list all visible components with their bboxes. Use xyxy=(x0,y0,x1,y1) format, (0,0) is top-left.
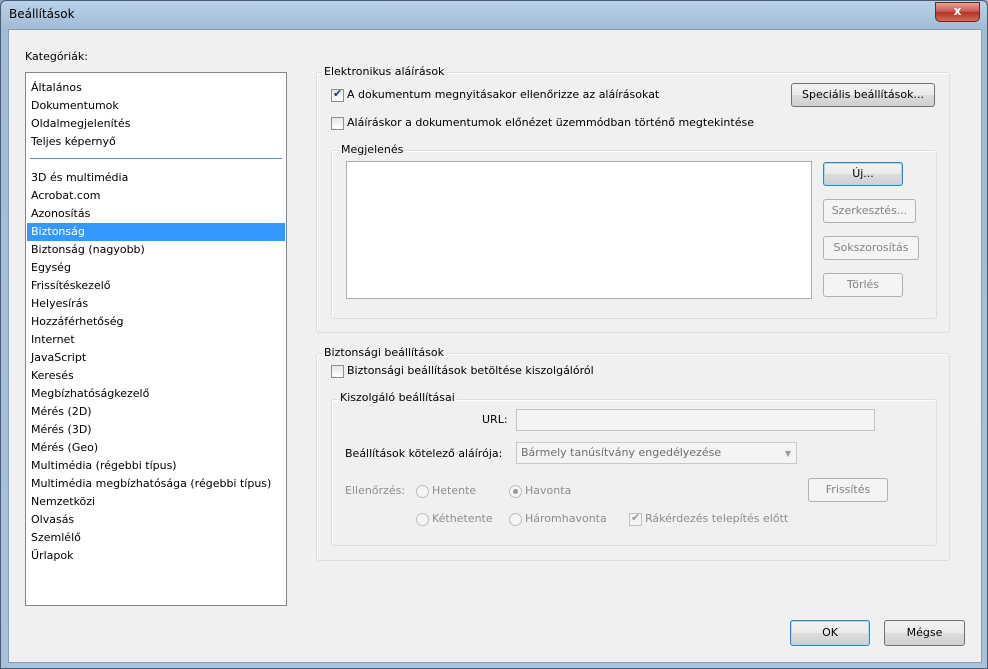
radio-biweekly[interactable] xyxy=(416,513,429,526)
category-item[interactable]: Általános xyxy=(27,79,285,97)
radio-monthly[interactable] xyxy=(509,485,522,498)
radio-biweekly-label[interactable]: Kéthetente xyxy=(432,512,493,525)
title-bar[interactable]: Beállítások x xyxy=(1,1,987,29)
appearance-legend: Megjelenés xyxy=(339,143,406,156)
security-legend: Biztonsági beállítások xyxy=(322,346,446,359)
signer-select[interactable]: Bármely tanúsítvány engedélyezése ▼ xyxy=(516,442,797,464)
dialog-client-area: Kategóriák: Általános Dokumentumok Oldal… xyxy=(8,29,982,663)
load-from-server-checkbox[interactable] xyxy=(331,365,344,378)
category-item[interactable]: Mérés (2D) xyxy=(27,403,285,421)
category-separator xyxy=(30,158,282,159)
esign-legend: Elektronikus aláírások xyxy=(322,65,447,78)
preferences-window: Beállítások x Kategóriák: Általános Doku… xyxy=(0,0,988,669)
category-item[interactable]: Frissítéskezelő xyxy=(27,277,285,295)
category-item[interactable]: Nemzetközi xyxy=(27,493,285,511)
category-item[interactable]: Acrobat.com xyxy=(27,187,285,205)
category-item-selected[interactable]: Biztonság xyxy=(27,223,285,241)
category-item[interactable]: Hozzáférhetőség xyxy=(27,313,285,331)
category-item[interactable]: 3D és multimédia xyxy=(27,169,285,187)
category-item[interactable]: Keresés xyxy=(27,367,285,385)
window-title: Beállítások xyxy=(9,7,75,21)
server-settings-legend: Kiszolgáló beállításai xyxy=(338,391,457,404)
duplicate-appearance-button[interactable]: Sokszorosítás xyxy=(823,236,919,260)
category-item[interactable]: Helyesírás xyxy=(27,295,285,313)
category-item[interactable]: Oldalmegjelenítés xyxy=(27,115,285,133)
url-input[interactable] xyxy=(516,409,875,431)
url-label: URL: xyxy=(482,413,508,426)
advanced-settings-button[interactable]: Speciális beállítások... xyxy=(791,83,935,107)
load-from-server-label[interactable]: Biztonsági beállítások betöltése kiszolg… xyxy=(347,364,594,377)
ok-button[interactable]: OK xyxy=(790,620,870,646)
radio-quarterly[interactable] xyxy=(509,513,522,526)
check-frequency-label: Ellenőrzés: xyxy=(345,484,406,497)
close-icon: x xyxy=(953,4,962,18)
category-item[interactable]: Űrlapok xyxy=(27,547,285,565)
categories-label: Kategóriák: xyxy=(25,50,88,63)
verify-on-open-label[interactable]: A dokumentum megnyitásakor ellenőrizze a… xyxy=(347,88,659,101)
delete-appearance-button[interactable]: Törlés xyxy=(823,273,903,297)
category-item[interactable]: Szemlélő xyxy=(27,529,285,547)
new-appearance-button[interactable]: Új... xyxy=(823,162,903,186)
category-item[interactable]: Internet xyxy=(27,331,285,349)
category-item[interactable]: Egység xyxy=(27,259,285,277)
category-item[interactable]: Olvasás xyxy=(27,511,285,529)
ask-before-install-checkbox[interactable] xyxy=(629,511,642,526)
radio-weekly[interactable] xyxy=(416,485,429,498)
signer-select-value: Bármely tanúsítvány engedélyezése xyxy=(521,446,722,459)
category-item[interactable]: Azonosítás xyxy=(27,205,285,223)
cancel-button[interactable]: Mégse xyxy=(884,620,965,646)
category-item[interactable]: Biztonság (nagyobb) xyxy=(27,241,285,259)
refresh-button[interactable]: Frissítés xyxy=(808,478,888,502)
preview-mode-checkbox[interactable] xyxy=(331,117,344,130)
category-item[interactable]: JavaScript xyxy=(27,349,285,367)
edit-appearance-button[interactable]: Szerkesztés... xyxy=(823,199,916,223)
radio-monthly-label[interactable]: Havonta xyxy=(525,484,571,497)
signer-label: Beállítások kötelező aláírója: xyxy=(345,447,503,460)
category-item[interactable]: Multimédia megbízhatósága (régebbi típus… xyxy=(27,475,285,493)
category-item[interactable]: Teljes képernyő xyxy=(27,133,285,151)
appearance-list[interactable] xyxy=(346,161,812,299)
radio-weekly-label[interactable]: Hetente xyxy=(432,484,476,497)
category-item[interactable]: Mérés (Geo) xyxy=(27,439,285,457)
ask-before-install-label[interactable]: Rákérdezés telepítés előtt xyxy=(645,512,788,525)
category-item[interactable]: Dokumentumok xyxy=(27,97,285,115)
categories-list[interactable]: Általános Dokumentumok Oldalmegjelenítés… xyxy=(25,72,287,606)
close-button[interactable]: x xyxy=(935,2,980,22)
category-item[interactable]: Megbízhatóságkezelő xyxy=(27,385,285,403)
category-item[interactable]: Multimédia (régebbi típus) xyxy=(27,457,285,475)
chevron-down-icon: ▼ xyxy=(784,449,791,458)
preview-mode-label[interactable]: Aláíráskor a dokumentumok előnézet üzemm… xyxy=(347,116,754,129)
verify-on-open-checkbox[interactable] xyxy=(331,87,344,102)
category-item[interactable]: Mérés (3D) xyxy=(27,421,285,439)
radio-quarterly-label[interactable]: Háromhavonta xyxy=(525,512,607,525)
